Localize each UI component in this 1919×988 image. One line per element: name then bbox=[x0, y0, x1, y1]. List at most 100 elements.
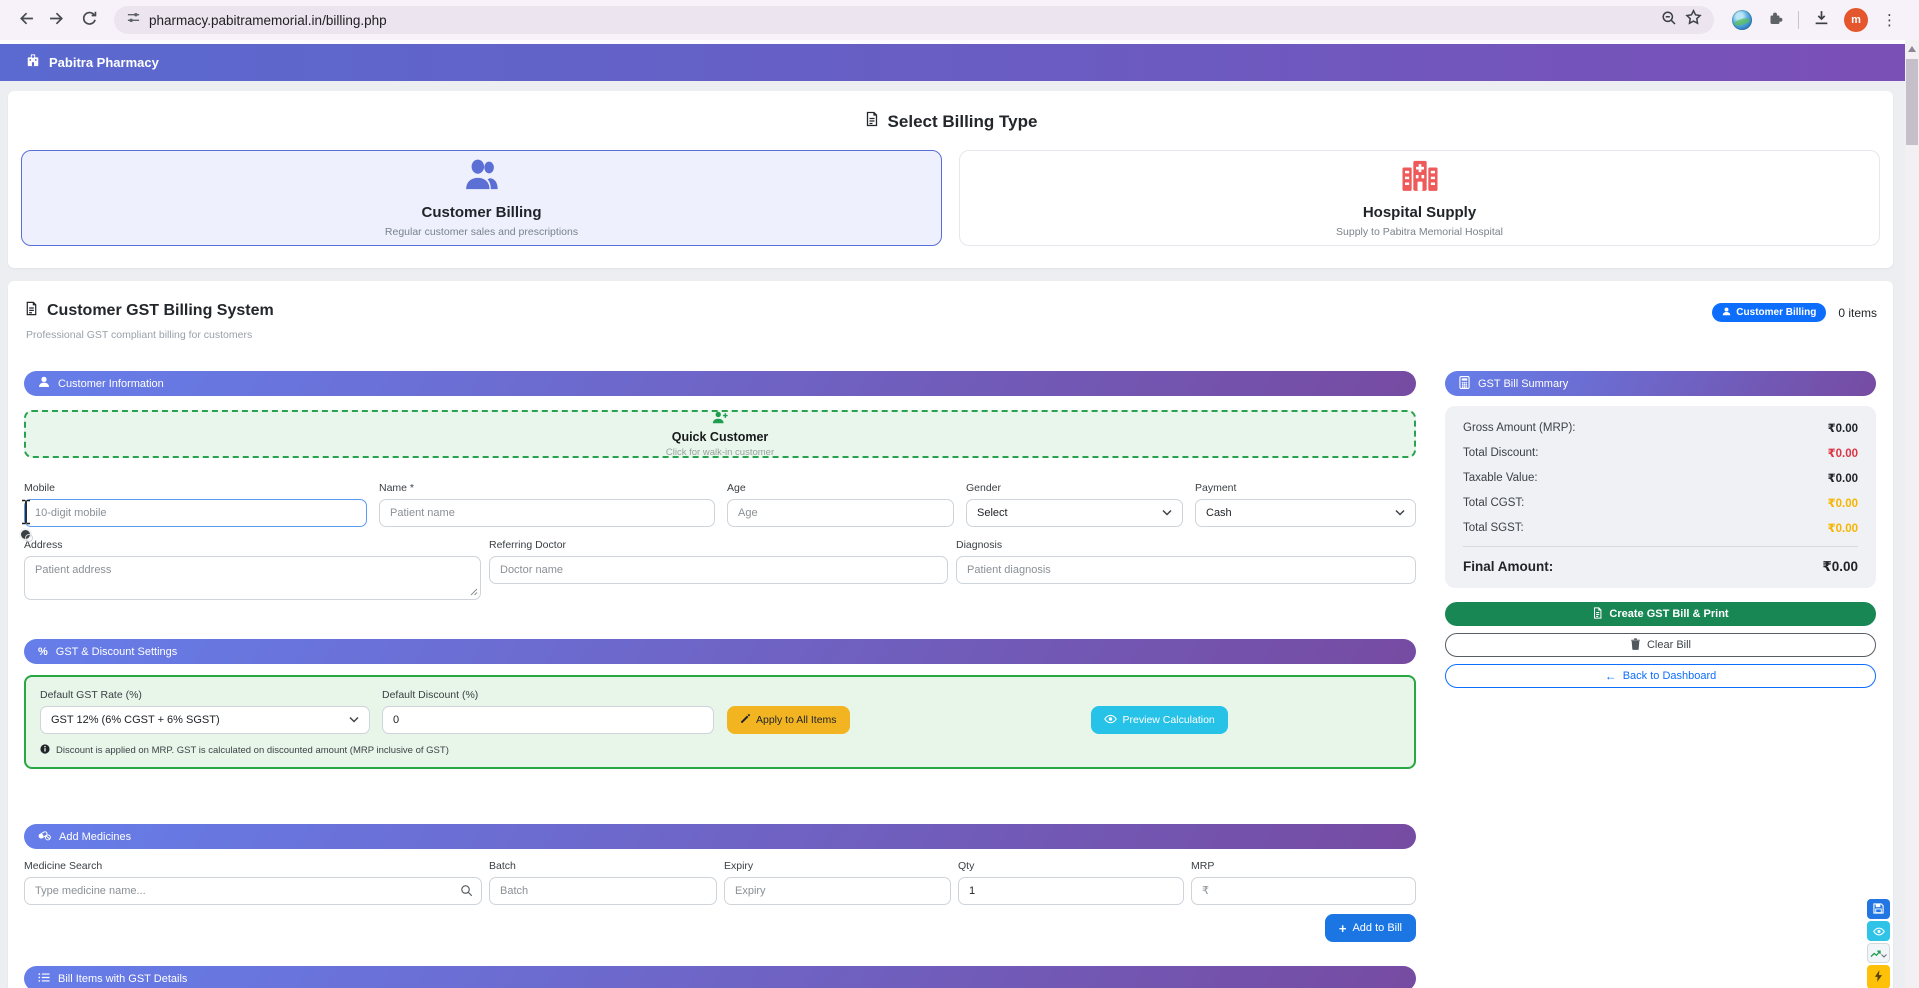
zoom-icon[interactable] bbox=[1661, 10, 1677, 31]
forward-button[interactable] bbox=[42, 5, 72, 35]
expiry-input[interactable] bbox=[724, 877, 951, 905]
people-icon bbox=[462, 159, 502, 196]
mobile-input[interactable] bbox=[24, 499, 367, 527]
add-to-bill-button[interactable]: + Add to Bill bbox=[1325, 914, 1416, 942]
page-subtitle: Professional GST compliant billing for c… bbox=[26, 329, 274, 341]
total-cgst-label: Total CGST: bbox=[1463, 497, 1524, 509]
add-medicines-header: Add Medicines bbox=[24, 824, 1416, 849]
quick-customer-title: Quick Customer bbox=[672, 430, 769, 444]
items-count: 0 items bbox=[1838, 306, 1877, 320]
medicine-search-input[interactable] bbox=[24, 877, 482, 905]
batch-input[interactable] bbox=[489, 877, 717, 905]
scrollbar-thumb[interactable] bbox=[1906, 59, 1918, 145]
referring-doctor-input[interactable] bbox=[489, 556, 948, 584]
gender-label: Gender bbox=[966, 482, 1183, 494]
idm-extension-icon[interactable] bbox=[1732, 10, 1752, 30]
downloads-icon[interactable] bbox=[1813, 9, 1830, 31]
add-to-bill-label: Add to Bill bbox=[1352, 922, 1402, 934]
browser-toolbar: pharmacy.pabitramemorial.in/billing.php … bbox=[0, 0, 1919, 40]
resize-handle-icon[interactable] bbox=[470, 583, 478, 601]
gst-bill-summary-header: GST Bill Summary bbox=[1445, 371, 1876, 396]
eye-icon bbox=[1873, 924, 1885, 939]
gender-select[interactable]: Select bbox=[966, 499, 1183, 527]
gst-settings-title: GST & Discount Settings bbox=[56, 646, 177, 658]
total-discount-value: ₹0.00 bbox=[1828, 446, 1858, 460]
list-icon bbox=[38, 972, 50, 986]
document-icon bbox=[24, 301, 39, 321]
pharmacy-brand-icon bbox=[26, 53, 40, 72]
back-to-dashboard-label: Back to Dashboard bbox=[1623, 670, 1717, 682]
bolt-icon bbox=[1874, 970, 1883, 985]
mrp-input[interactable] bbox=[1191, 877, 1416, 905]
mrp-label: MRP bbox=[1191, 860, 1416, 872]
mobile-label: Mobile bbox=[24, 482, 367, 494]
gst-bill-summary-title: GST Bill Summary bbox=[1478, 378, 1568, 390]
customer-billing-card[interactable]: Customer Billing Regular customer sales … bbox=[21, 150, 942, 246]
payment-label: Payment bbox=[1195, 482, 1416, 494]
menu-kebab-icon[interactable]: ⋮ bbox=[1882, 11, 1897, 29]
final-amount-value: ₹0.00 bbox=[1822, 559, 1858, 575]
scrollbar-up-arrow[interactable] bbox=[1908, 46, 1916, 52]
plus-icon: + bbox=[1339, 921, 1347, 936]
taxable-value-label: Taxable Value: bbox=[1463, 472, 1538, 484]
preview-calculation-button[interactable]: Preview Calculation bbox=[1091, 706, 1228, 734]
chrome-right-icons: m ⋮ bbox=[1732, 8, 1897, 32]
float-preview-button[interactable] bbox=[1867, 921, 1890, 941]
qty-input[interactable] bbox=[958, 877, 1184, 905]
pills-icon bbox=[38, 829, 51, 844]
back-icon bbox=[17, 10, 34, 30]
add-medicines-row: Medicine Search Batch Expiry bbox=[24, 860, 1416, 905]
back-to-dashboard-button[interactable]: ← Back to Dashboard bbox=[1445, 664, 1876, 688]
chevron-down-icon bbox=[1395, 507, 1405, 519]
clear-bill-button[interactable]: Clear Bill bbox=[1445, 633, 1876, 657]
default-discount-label: Default Discount (%) bbox=[382, 689, 714, 701]
customer-billing-subtitle: Regular customer sales and prescriptions bbox=[385, 226, 578, 238]
default-discount-input[interactable] bbox=[382, 706, 714, 734]
quick-customer-button[interactable]: Quick Customer Click for walk-in custome… bbox=[24, 410, 1416, 458]
pencil-icon bbox=[740, 714, 750, 727]
hospital-supply-card[interactable]: Hospital Supply Supply to Pabitra Memori… bbox=[959, 150, 1880, 246]
batch-label: Batch bbox=[489, 860, 717, 872]
arrow-left-icon: ← bbox=[1605, 669, 1617, 683]
apply-to-all-button[interactable]: Apply to All Items bbox=[727, 706, 850, 734]
create-gst-bill-button[interactable]: Create GST Bill & Print bbox=[1445, 602, 1876, 626]
site-info-icon[interactable] bbox=[126, 10, 141, 30]
summary-divider bbox=[1463, 546, 1858, 547]
bill-items-header: Bill Items with GST Details bbox=[24, 966, 1416, 988]
gst-rate-select[interactable]: GST 12% (6% CGST + 6% SGST) bbox=[40, 706, 370, 734]
hospital-icon bbox=[1400, 159, 1440, 196]
back-button[interactable] bbox=[10, 5, 40, 35]
gst-settings-box: Default GST Rate (%) GST 12% (6% CGST + … bbox=[24, 675, 1416, 769]
screen: pharmacy.pabitramemorial.in/billing.php … bbox=[0, 0, 1919, 988]
address-bar[interactable]: pharmacy.pabitramemorial.in/billing.php bbox=[114, 6, 1714, 34]
billing-type-title-row: Select Billing Type bbox=[21, 111, 1880, 132]
reload-button[interactable] bbox=[74, 5, 104, 35]
gst-rate-label: Default GST Rate (%) bbox=[40, 689, 370, 701]
name-input[interactable] bbox=[379, 499, 715, 527]
float-save-button[interactable] bbox=[1867, 899, 1890, 919]
diagnosis-input[interactable] bbox=[956, 556, 1416, 584]
payment-select[interactable]: Cash bbox=[1195, 499, 1416, 527]
floating-widget-buttons bbox=[1867, 899, 1890, 988]
preview-calculation-label: Preview Calculation bbox=[1123, 714, 1215, 726]
app-navbar: Pabitra Pharmacy bbox=[0, 44, 1919, 81]
float-export-button[interactable] bbox=[1867, 943, 1890, 963]
apply-to-all-label: Apply to All Items bbox=[756, 714, 837, 726]
url-text: pharmacy.pabitramemorial.in/billing.php bbox=[149, 13, 1653, 28]
add-medicines-title: Add Medicines bbox=[59, 831, 131, 843]
bookmark-star-icon[interactable] bbox=[1685, 9, 1702, 31]
quick-customer-subtitle: Click for walk-in customer bbox=[666, 447, 774, 458]
gst-settings-header: % GST & Discount Settings bbox=[24, 639, 1416, 664]
extensions-icon[interactable] bbox=[1766, 9, 1784, 32]
page-scrollbar[interactable] bbox=[1905, 40, 1919, 988]
address-textarea[interactable] bbox=[24, 556, 481, 600]
profile-avatar[interactable]: m bbox=[1844, 8, 1868, 32]
age-input[interactable] bbox=[727, 499, 954, 527]
float-alert-button[interactable] bbox=[1867, 965, 1890, 988]
expiry-label: Expiry bbox=[724, 860, 951, 872]
payment-value: Cash bbox=[1206, 507, 1232, 519]
file-icon bbox=[1592, 607, 1603, 622]
qty-label: Qty bbox=[958, 860, 1184, 872]
percent-icon: % bbox=[38, 646, 48, 658]
billing-system-header: Customer GST Billing System Professional… bbox=[24, 301, 1877, 341]
